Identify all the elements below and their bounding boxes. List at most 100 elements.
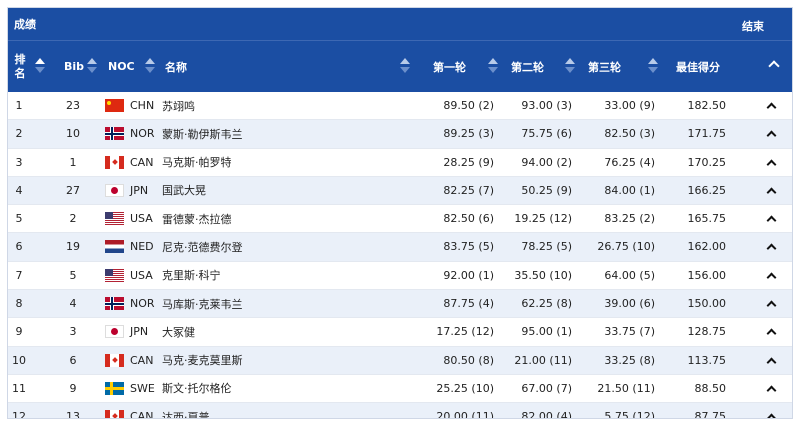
sort-run2-icon[interactable] [565, 58, 575, 74]
nor-flag-icon [105, 127, 124, 141]
chevron-up-icon [766, 130, 776, 141]
bib-cell: 10 [66, 127, 80, 141]
table-row[interactable]: 11 9 SWE 斯文·托尔格伦 25.25 (10) 67.00 (7) 21.50 (1… [8, 374, 792, 404]
rank-cell: 9 [15, 325, 23, 339]
row-expand-button[interactable] [765, 290, 777, 317]
row-expand-button[interactable] [765, 262, 777, 289]
best-score-cell: 162.00 [687, 240, 727, 254]
rank-cell: 6 [15, 240, 23, 254]
rank-cell: 5 [15, 212, 23, 226]
row-expand-button[interactable] [765, 205, 777, 232]
chevron-up-icon [766, 159, 776, 170]
table-row[interactable]: 1 23 CHN 苏翊鸣 89.50 (2) 93.00 (3) 33.00 (9) 182.… [8, 92, 792, 121]
row-expand-button[interactable] [765, 233, 777, 260]
column-header-noc[interactable]: NOC [108, 41, 135, 92]
run2-cell: 21.00 (11) [514, 353, 572, 367]
row-expand-button[interactable] [765, 403, 777, 418]
sort-noc-icon[interactable] [145, 58, 155, 74]
rank-cell: 12 [12, 410, 26, 419]
chevron-up-icon [766, 102, 776, 113]
row-expand-button[interactable] [765, 92, 777, 119]
run2-cell: 78.25 (5) [521, 240, 572, 254]
run1-cell: 89.50 (2) [443, 99, 494, 112]
table-row[interactable]: 2 10 NOR 蒙斯·勒伊斯韦兰 89.25 (3) 75.75 (6) 82.50 (3… [8, 120, 792, 149]
athlete-name-cell[interactable]: 尼克·范德费尔登 [162, 233, 243, 260]
bib-cell: 9 [69, 381, 77, 395]
chevron-up-icon [766, 244, 776, 254]
run2-cell: 67.00 (7) [521, 381, 572, 395]
athlete-name-cell[interactable]: 苏翊鸣 [162, 92, 195, 119]
table-row[interactable]: 8 4 NOR 马库斯·克莱韦兰 87.75 (4) 62.25 (8) 39.00 (6)… [8, 290, 792, 319]
run2-cell: 82.00 (4) [521, 410, 572, 419]
run2-cell: 93.00 (3) [521, 99, 572, 112]
athlete-name-cell[interactable]: 马克·麦克莫里斯 [162, 347, 243, 374]
best-score-cell: 170.25 [687, 155, 727, 169]
noc-cell: USA [130, 212, 153, 226]
run3-cell: 39.00 (6) [604, 297, 655, 311]
table-row[interactable]: 5 2 USA 雷德蒙·杰拉德 82.50 (6) 19.25 (12) 83.25 (2)… [8, 205, 792, 234]
table-row[interactable]: 12 13 CAN 达西·夏普 20.00 (11) 82.00 (4) 5.75 (12)… [8, 403, 792, 419]
sort-run1-icon[interactable] [488, 58, 498, 74]
can-flag-icon [105, 410, 124, 418]
run2-cell: 35.50 (10) [514, 268, 572, 282]
row-expand-button[interactable] [765, 149, 777, 176]
athlete-name-cell[interactable]: 马克斯·帕罗特 [162, 149, 232, 176]
sort-bib-icon[interactable] [87, 58, 97, 74]
can-flag-icon [105, 155, 124, 169]
best-score-cell: 156.00 [687, 268, 727, 282]
chevron-up-icon [768, 60, 780, 72]
bib-cell: 3 [69, 325, 77, 339]
column-header-best-score[interactable]: 最佳得分 [676, 41, 720, 92]
best-score-cell: 171.75 [687, 127, 727, 141]
run3-cell: 33.00 (9) [604, 99, 655, 112]
table-header: 排名 Bib NOC 名称 第一轮 第二轮 第三轮 最佳得分 [8, 41, 792, 92]
row-expand-button[interactable] [765, 120, 777, 147]
run3-cell: 64.00 (5) [604, 268, 655, 282]
swe-flag-icon [105, 381, 124, 395]
athlete-name-cell[interactable]: 斯文·托尔格伦 [162, 375, 232, 402]
row-expand-button[interactable] [765, 375, 777, 402]
sort-run3-icon[interactable] [648, 58, 658, 74]
sort-rank-icon[interactable] [35, 58, 45, 74]
table-row[interactable]: 6 19 NED 尼克·范德费尔登 83.75 (5) 78.25 (5) 26.75 (1… [8, 233, 792, 262]
noc-cell: JPN [130, 183, 149, 197]
bib-cell: 2 [69, 212, 77, 226]
column-header-run1[interactable]: 第一轮 [433, 41, 466, 92]
noc-cell: CHN [130, 99, 155, 112]
column-header-rank[interactable]: 排名 [13, 41, 27, 92]
athlete-name-cell[interactable]: 达西·夏普 [162, 403, 210, 418]
run3-cell: 82.50 (3) [604, 127, 655, 141]
row-expand-button[interactable] [765, 347, 777, 374]
chevron-up-icon [766, 272, 776, 283]
sort-name-icon[interactable] [400, 58, 410, 74]
athlete-name-cell[interactable]: 蒙斯·勒伊斯韦兰 [162, 120, 243, 147]
table-row[interactable]: 4 27 JPN 国武大晃 82.25 (7) 50.25 (9) 84.00 (1) 166… [8, 176, 792, 206]
table-row[interactable]: 10 6 CAN 马克·麦克莫里斯 80.50 (8) 21.00 (11) 33.25 (… [8, 346, 792, 375]
row-expand-button[interactable] [765, 318, 777, 345]
noc-cell: CAN [130, 410, 154, 419]
rank-cell: 3 [15, 155, 23, 169]
column-header-run2[interactable]: 第二轮 [511, 41, 544, 92]
athlete-name-cell[interactable]: 大冢健 [162, 318, 195, 345]
noc-cell: NED [130, 240, 154, 254]
chevron-up-icon [766, 357, 776, 368]
table-row[interactable]: 3 1 CAN 马克斯·帕罗特 28.25 (9) 94.00 (2) 76.25 (4) 1… [8, 148, 792, 177]
athlete-name-cell[interactable]: 克里斯·科宁 [162, 262, 221, 289]
run1-cell: 20.00 (11) [436, 410, 494, 419]
column-header-bib[interactable]: Bib [64, 41, 84, 92]
table-row[interactable]: 9 3 JPN 大冢健 17.25 (12) 95.00 (1) 33.75 (7) 128.… [8, 318, 792, 347]
table-row[interactable]: 7 5 USA 克里斯·科宁 92.00 (1) 35.50 (10) 64.00 (5) 1… [8, 261, 792, 291]
column-header-run3[interactable]: 第三轮 [588, 41, 621, 92]
best-score-cell: 165.75 [687, 212, 727, 226]
run1-cell: 82.25 (7) [443, 183, 494, 197]
collapse-all-button[interactable] [768, 60, 780, 73]
run2-cell: 62.25 (8) [521, 297, 572, 311]
athlete-name-cell[interactable]: 国武大晃 [162, 177, 206, 204]
run1-cell: 80.50 (8) [443, 353, 494, 367]
noc-cell: NOR [130, 297, 155, 311]
athlete-name-cell[interactable]: 马库斯·克莱韦兰 [162, 290, 243, 317]
bib-cell: 4 [69, 297, 77, 311]
column-header-name[interactable]: 名称 [165, 41, 187, 92]
row-expand-button[interactable] [765, 177, 777, 204]
athlete-name-cell[interactable]: 雷德蒙·杰拉德 [162, 205, 232, 232]
